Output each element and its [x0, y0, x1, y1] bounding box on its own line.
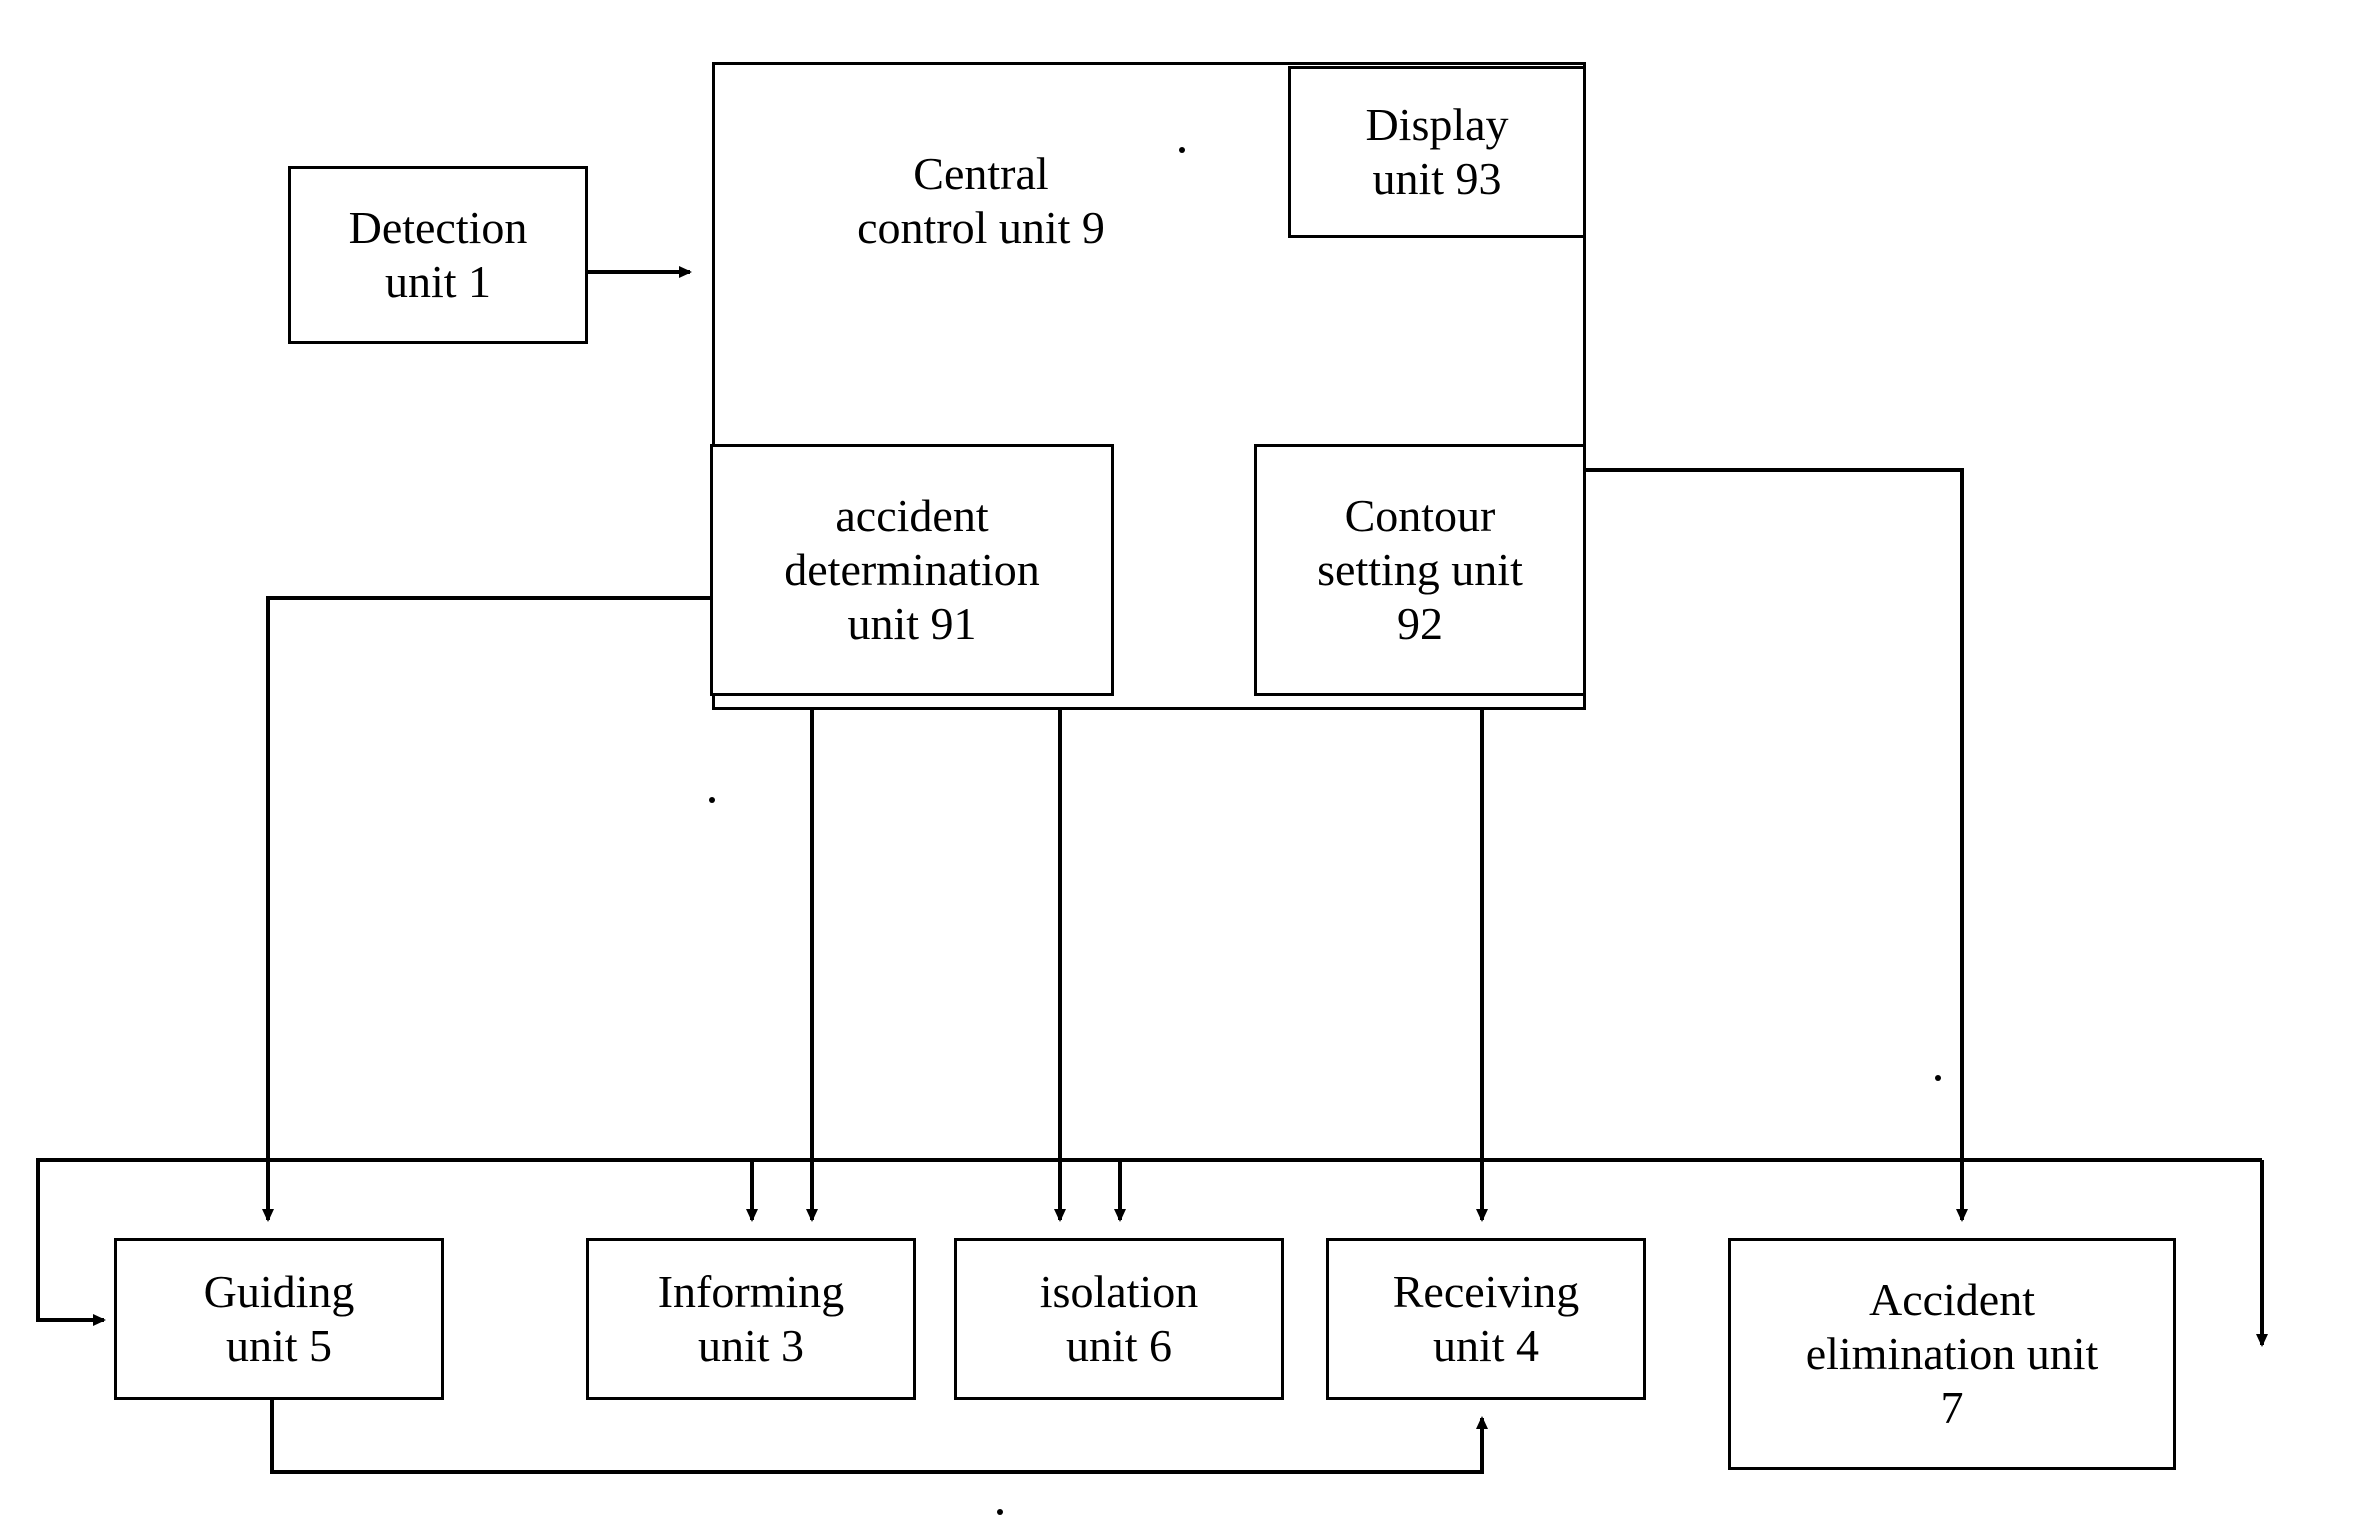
- block-isolation-unit-label: isolation unit 6: [1039, 1265, 1199, 1371]
- block-contour-setting-unit: Contour setting unit 92: [1254, 444, 1586, 696]
- block-central-control-unit-label: Central control unit 9: [857, 148, 1105, 254]
- block-accident-elimination-unit: Accident elimination unit 7: [1728, 1238, 2176, 1470]
- block-guiding-unit-label: Guiding unit 5: [203, 1265, 355, 1371]
- block-receiving-unit: Receiving unit 4: [1326, 1238, 1646, 1400]
- block-accident-determination-unit: accident determination unit 91: [710, 444, 1114, 696]
- block-detection-unit: Detection unit 1: [288, 166, 588, 344]
- diagram-canvas: Central control unit 9 Display unit 93 a…: [0, 0, 2364, 1534]
- block-display-unit: Display unit 93: [1288, 66, 1586, 238]
- block-isolation-unit: isolation unit 6: [954, 1238, 1284, 1400]
- block-accident-determination-unit-label: accident determination unit 91: [784, 489, 1040, 650]
- block-guiding-unit: Guiding unit 5: [114, 1238, 444, 1400]
- block-informing-unit: Informing unit 3: [586, 1238, 916, 1400]
- block-informing-unit-label: Informing unit 3: [657, 1265, 845, 1371]
- block-contour-setting-unit-label: Contour setting unit 92: [1317, 489, 1523, 650]
- block-detection-unit-label: Detection unit 1: [348, 201, 528, 307]
- block-accident-elimination-unit-label: Accident elimination unit 7: [1805, 1273, 2099, 1434]
- block-display-unit-label: Display unit 93: [1365, 98, 1509, 204]
- block-receiving-unit-label: Receiving unit 4: [1392, 1265, 1580, 1371]
